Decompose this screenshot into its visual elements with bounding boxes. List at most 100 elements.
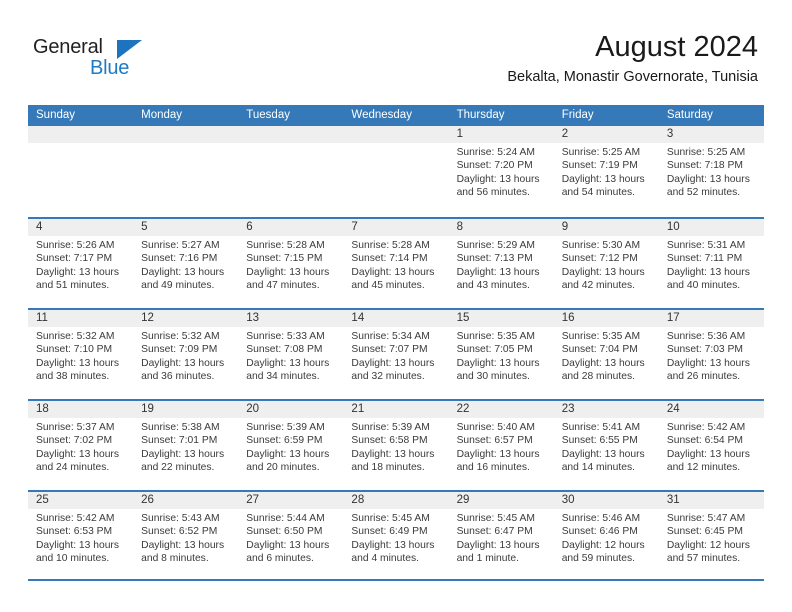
sunrise-text: Sunrise: 5:34 AM (351, 331, 430, 342)
daylight-text-line1: Daylight: 13 hours (456, 448, 540, 460)
day-number-strip: 29 (448, 492, 554, 509)
day-cell[interactable]: 2 Sunrise: 5:25 AM Sunset: 7:19 PM Dayli… (553, 126, 659, 217)
daylight-text-line1: Daylight: 13 hours (351, 266, 435, 278)
day-cell[interactable]: 19 Sunrise: 5:38 AM Sunset: 7:01 PM Dayl… (133, 401, 239, 490)
daylight-text-line2: and 51 minutes. (36, 280, 110, 292)
day-cell[interactable]: 25 Sunrise: 5:42 AM Sunset: 6:53 PM Dayl… (28, 492, 134, 579)
sunrise-text: Sunrise: 5:42 AM (666, 422, 746, 433)
day-number: 5 (141, 221, 148, 233)
day-number: 6 (246, 221, 253, 233)
daylight-text-line2: and 34 minutes. (246, 371, 320, 383)
day-number-strip: 5 (133, 219, 239, 236)
sunset-text: Sunset: 7:02 PM (36, 435, 113, 447)
day-cell[interactable]: 10 Sunrise: 5:31 AM Sunset: 7:11 PM Dayl… (658, 219, 764, 308)
day-cell[interactable]: 16 Sunrise: 5:35 AM Sunset: 7:04 PM Dayl… (553, 310, 659, 399)
weekday-header-monday: Monday (141, 109, 183, 121)
day-cell[interactable]: 15 Sunrise: 5:35 AM Sunset: 7:05 PM Dayl… (448, 310, 554, 399)
sunrise-text: Sunrise: 5:36 AM (666, 331, 746, 342)
daylight-text-line1: Daylight: 13 hours (561, 357, 645, 369)
day-number: 27 (246, 494, 260, 506)
sunset-text: Sunset: 7:17 PM (36, 253, 113, 265)
daylight-text-line1: Daylight: 13 hours (561, 448, 645, 460)
day-cell[interactable]: 24 Sunrise: 5:42 AM Sunset: 6:54 PM Dayl… (658, 401, 764, 490)
weekday-header-friday: Friday (561, 109, 594, 121)
daylight-text-line1: Daylight: 13 hours (351, 357, 435, 369)
daylight-text-line2: and 52 minutes. (666, 187, 741, 199)
day-cell[interactable]: 4 Sunrise: 5:26 AM Sunset: 7:17 PM Dayli… (28, 219, 134, 308)
day-cell[interactable]: 21 Sunrise: 5:39 AM Sunset: 6:58 PM Dayl… (343, 401, 449, 490)
day-info: Sunrise: 5:46 AM Sunset: 6:46 PM Dayligh… (554, 509, 659, 566)
calendar-page: General Blue August 2024 Bekalta, Monast… (0, 0, 792, 612)
daylight-text-line1: Daylight: 13 hours (246, 448, 330, 460)
daylight-text-line1: Daylight: 13 hours (246, 539, 330, 551)
day-number-strip: 16 (553, 310, 659, 327)
daylight-text-line2: and 54 minutes. (561, 187, 635, 199)
day-info: Sunrise: 5:35 AM Sunset: 7:04 PM Dayligh… (554, 327, 659, 384)
daylight-text-line2: and 20 minutes. (246, 462, 320, 474)
day-cell[interactable]: 6 Sunrise: 5:28 AM Sunset: 7:15 PM Dayli… (238, 219, 344, 308)
day-cell[interactable]: 13 Sunrise: 5:33 AM Sunset: 7:08 PM Dayl… (238, 310, 344, 399)
sunset-text: Sunset: 7:14 PM (351, 253, 428, 265)
sunset-text: Sunset: 6:57 PM (456, 435, 533, 447)
sunset-text: Sunset: 7:15 PM (246, 253, 323, 265)
daylight-text-line1: Daylight: 13 hours (141, 357, 225, 369)
day-cell[interactable] (238, 126, 344, 217)
daylight-text-line1: Daylight: 13 hours (141, 539, 225, 551)
daylight-text-line2: and 1 minute. (456, 553, 519, 565)
weekday-header-row: Sunday Monday Tuesday Wednesday Thursday… (28, 105, 764, 126)
day-cell[interactable]: 7 Sunrise: 5:28 AM Sunset: 7:14 PM Dayli… (343, 219, 449, 308)
week-row: 4 Sunrise: 5:26 AM Sunset: 7:17 PM Dayli… (28, 217, 764, 308)
day-cell[interactable]: 11 Sunrise: 5:32 AM Sunset: 7:10 PM Dayl… (28, 310, 134, 399)
day-cell[interactable]: 14 Sunrise: 5:34 AM Sunset: 7:07 PM Dayl… (343, 310, 449, 399)
day-info: Sunrise: 5:39 AM Sunset: 6:58 PM Dayligh… (343, 418, 448, 475)
day-cell[interactable]: 8 Sunrise: 5:29 AM Sunset: 7:13 PM Dayli… (448, 219, 554, 308)
day-info: Sunrise: 5:33 AM Sunset: 7:08 PM Dayligh… (238, 327, 343, 384)
day-number: 28 (351, 494, 365, 506)
sunrise-text: Sunrise: 5:45 AM (351, 513, 430, 524)
daylight-text-line1: Daylight: 13 hours (141, 448, 225, 460)
day-cell[interactable]: 20 Sunrise: 5:39 AM Sunset: 6:59 PM Dayl… (238, 401, 344, 490)
day-info: Sunrise: 5:32 AM Sunset: 7:09 PM Dayligh… (133, 327, 238, 384)
day-number: 26 (141, 494, 154, 506)
day-number-strip: 8 (448, 219, 554, 236)
day-cell[interactable]: 23 Sunrise: 5:41 AM Sunset: 6:55 PM Dayl… (553, 401, 659, 490)
day-info: Sunrise: 5:34 AM Sunset: 7:07 PM Dayligh… (343, 327, 448, 384)
daylight-text-line2: and 12 minutes. (666, 462, 741, 474)
daylight-text-line2: and 43 minutes. (456, 280, 530, 292)
day-cell[interactable]: 29 Sunrise: 5:45 AM Sunset: 6:47 PM Dayl… (448, 492, 554, 579)
day-cell[interactable]: 3 Sunrise: 5:25 AM Sunset: 7:18 PM Dayli… (658, 126, 764, 217)
day-cell[interactable]: 18 Sunrise: 5:37 AM Sunset: 7:02 PM Dayl… (28, 401, 134, 490)
day-number-strip: 7 (343, 219, 449, 236)
day-cell[interactable]: 5 Sunrise: 5:27 AM Sunset: 7:16 PM Dayli… (133, 219, 239, 308)
day-cell[interactable]: 22 Sunrise: 5:40 AM Sunset: 6:57 PM Dayl… (448, 401, 554, 490)
day-cell[interactable]: 31 Sunrise: 5:47 AM Sunset: 6:45 PM Dayl… (658, 492, 764, 579)
day-number-strip: 21 (343, 401, 449, 418)
day-cell[interactable]: 28 Sunrise: 5:45 AM Sunset: 6:49 PM Dayl… (343, 492, 449, 579)
day-cell[interactable] (133, 126, 239, 217)
day-cell[interactable] (28, 126, 134, 217)
sunset-text: Sunset: 6:45 PM (666, 526, 743, 538)
day-cell[interactable] (343, 126, 449, 217)
daylight-text-line2: and 8 minutes. (141, 553, 209, 565)
day-cell[interactable]: 30 Sunrise: 5:46 AM Sunset: 6:46 PM Dayl… (553, 492, 659, 579)
day-cell[interactable]: 26 Sunrise: 5:43 AM Sunset: 6:52 PM Dayl… (133, 492, 239, 579)
day-number: 13 (246, 312, 260, 324)
logo-text-blue: Blue (90, 57, 130, 79)
daylight-text-line1: Daylight: 13 hours (36, 357, 119, 369)
day-cell[interactable]: 17 Sunrise: 5:36 AM Sunset: 7:03 PM Dayl… (658, 310, 764, 399)
day-cell[interactable]: 12 Sunrise: 5:32 AM Sunset: 7:09 PM Dayl… (133, 310, 239, 399)
day-number: 14 (351, 312, 365, 324)
day-number-strip: 31 (658, 492, 764, 509)
sunrise-text: Sunrise: 5:28 AM (351, 240, 430, 251)
sunrise-text: Sunrise: 5:27 AM (141, 240, 220, 251)
day-cell[interactable]: 9 Sunrise: 5:30 AM Sunset: 7:12 PM Dayli… (553, 219, 659, 308)
daylight-text-line2: and 36 minutes. (141, 371, 215, 383)
sunrise-text: Sunrise: 5:31 AM (666, 240, 746, 251)
day-cell[interactable]: 27 Sunrise: 5:44 AM Sunset: 6:50 PM Dayl… (238, 492, 344, 579)
daylight-text-line2: and 26 minutes. (666, 371, 741, 383)
sunset-text: Sunset: 7:08 PM (246, 344, 323, 356)
daylight-text-line2: and 4 minutes. (351, 553, 419, 565)
day-cell[interactable]: 1 Sunrise: 5:24 AM Sunset: 7:20 PM Dayli… (448, 126, 554, 217)
day-number-strip: 18 (28, 401, 134, 418)
sunrise-text: Sunrise: 5:26 AM (36, 240, 115, 251)
